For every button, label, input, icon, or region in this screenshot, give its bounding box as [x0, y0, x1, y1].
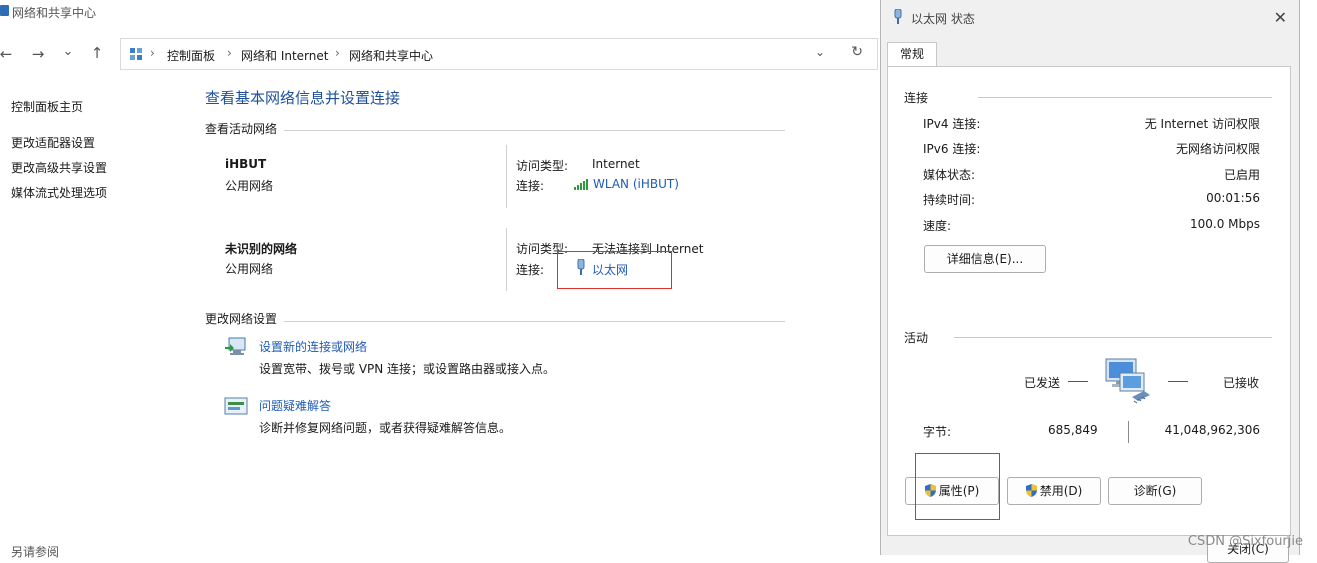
- breadcrumb-network-sharing-center[interactable]: 网络和共享中心: [349, 47, 433, 64]
- address-dropdown-icon[interactable]: ⌄: [815, 45, 825, 59]
- new-connection-icon: [225, 337, 246, 355]
- ipv4-label: IPv4 连接:: [923, 117, 981, 131]
- ethernet-status-dialog: 以太网 状态 ✕ 常规 连接 IPv4 连接: 无 Internet 访问权限 …: [880, 0, 1300, 563]
- up-icon[interactable]: ↑: [87, 44, 107, 62]
- setup-new-connection-link[interactable]: 设置新的连接或网络: [259, 338, 367, 355]
- refresh-icon[interactable]: ↻: [851, 44, 863, 60]
- sent-line: [1068, 381, 1088, 382]
- media-state-value: 已启用: [1223, 168, 1260, 182]
- speed-label: 速度:: [923, 219, 952, 233]
- access-type-label: 访问类型:: [516, 159, 569, 173]
- troubleshoot-icon: [224, 397, 248, 415]
- group-divider: [954, 337, 1272, 338]
- duration-value: 00:01:56: [1206, 191, 1260, 205]
- duration-label: 持续时间:: [923, 193, 976, 207]
- breadcrumb-separator: ›: [150, 46, 155, 60]
- sent-bytes-value: 685,849: [1048, 423, 1098, 437]
- connection-label: 连接:: [516, 263, 545, 277]
- dialog-title: 以太网 状态: [911, 12, 975, 26]
- tab-general[interactable]: 常规: [887, 42, 937, 67]
- received-line: [1168, 381, 1188, 382]
- wlan-connection-link[interactable]: WLAN (iHBUT): [593, 177, 679, 191]
- sidebar-item-advanced-sharing[interactable]: 更改高级共享设置: [11, 159, 107, 176]
- back-icon[interactable]: ←: [0, 45, 16, 63]
- diagnose-button[interactable]: 诊断(G): [1108, 477, 1202, 505]
- speed-value: 100.0 Mbps: [1189, 217, 1260, 231]
- network-computers-icon: [1105, 358, 1150, 404]
- uac-shield-icon: [1025, 484, 1037, 497]
- access-type-value: Internet: [592, 157, 640, 171]
- network-sharing-center-window: 网络和共享中心 ← → ⌄ ↑ › 控制面板 › 网络和 Internet › …: [0, 0, 880, 559]
- activity-divider: [1128, 421, 1129, 443]
- connection-label: 连接:: [516, 179, 545, 193]
- connection-group-title: 连接: [904, 91, 929, 105]
- network-center-icon: [0, 5, 9, 16]
- forward-icon[interactable]: →: [28, 45, 48, 63]
- ipv4-value: 无 Internet 访问权限: [1144, 117, 1260, 131]
- received-bytes-value: 41,048,962,306: [1164, 423, 1260, 437]
- wifi-signal-icon: [574, 179, 588, 190]
- breadcrumb-control-panel[interactable]: 控制面板: [167, 47, 215, 64]
- breadcrumb-separator: ›: [227, 46, 232, 60]
- watermark: CSDN @Sixfourjie: [1187, 534, 1303, 549]
- breadcrumb-network-internet[interactable]: 网络和 Internet: [241, 47, 328, 64]
- control-panel-icon: [130, 48, 142, 60]
- activity-group-title: 活动: [904, 331, 929, 345]
- network-type: 公用网络: [225, 179, 274, 193]
- setup-connection-description: 设置宽带、拨号或 VPN 连接；或设置路由器或接入点。: [259, 362, 556, 376]
- received-label: 已接收: [1223, 376, 1260, 390]
- network-name: 未识别的网络: [225, 242, 298, 256]
- sent-label: 已发送: [1024, 376, 1061, 390]
- section-divider: [284, 321, 785, 322]
- sidebar-item-adapter-settings[interactable]: 更改适配器设置: [11, 134, 95, 151]
- page-title: 查看基本网络信息并设置连接: [205, 89, 401, 107]
- network-name: iHBUT: [225, 157, 267, 171]
- highlight-box: [915, 453, 1000, 520]
- column-divider: [506, 228, 507, 291]
- breadcrumb-separator: ›: [335, 46, 340, 60]
- ipv6-label: IPv6 连接:: [923, 142, 981, 156]
- highlight-box: [557, 251, 672, 289]
- ipv6-value: 无网络访问权限: [1175, 142, 1260, 156]
- section-divider: [284, 130, 785, 131]
- group-divider: [978, 97, 1272, 98]
- active-networks-header: 查看活动网络: [205, 122, 278, 136]
- close-icon[interactable]: ✕: [1274, 8, 1287, 27]
- ethernet-plug-icon: [894, 9, 902, 24]
- see-also-label: 另请参阅: [11, 545, 60, 559]
- disable-button[interactable]: 禁用(D): [1007, 477, 1101, 505]
- bytes-label: 字节:: [923, 425, 952, 439]
- sidebar-item-media-streaming[interactable]: 媒体流式处理选项: [11, 184, 107, 201]
- recent-locations-icon[interactable]: ⌄: [58, 44, 78, 59]
- media-state-label: 媒体状态:: [923, 168, 976, 182]
- troubleshoot-link[interactable]: 问题疑难解答: [259, 397, 331, 414]
- troubleshoot-description: 诊断并修复网络问题，或者获得疑难解答信息。: [259, 421, 512, 435]
- details-button[interactable]: 详细信息(E)...: [924, 245, 1046, 273]
- change-settings-header: 更改网络设置: [205, 312, 278, 326]
- address-bar[interactable]: › 控制面板 › 网络和 Internet › 网络和共享中心 ⌄ ↻: [120, 38, 878, 70]
- network-type: 公用网络: [225, 262, 274, 276]
- column-divider: [506, 145, 507, 208]
- disable-button-label: 禁用(D): [1039, 484, 1083, 498]
- sidebar-home-link[interactable]: 控制面板主页: [11, 98, 83, 115]
- window-title: 网络和共享中心: [12, 6, 97, 20]
